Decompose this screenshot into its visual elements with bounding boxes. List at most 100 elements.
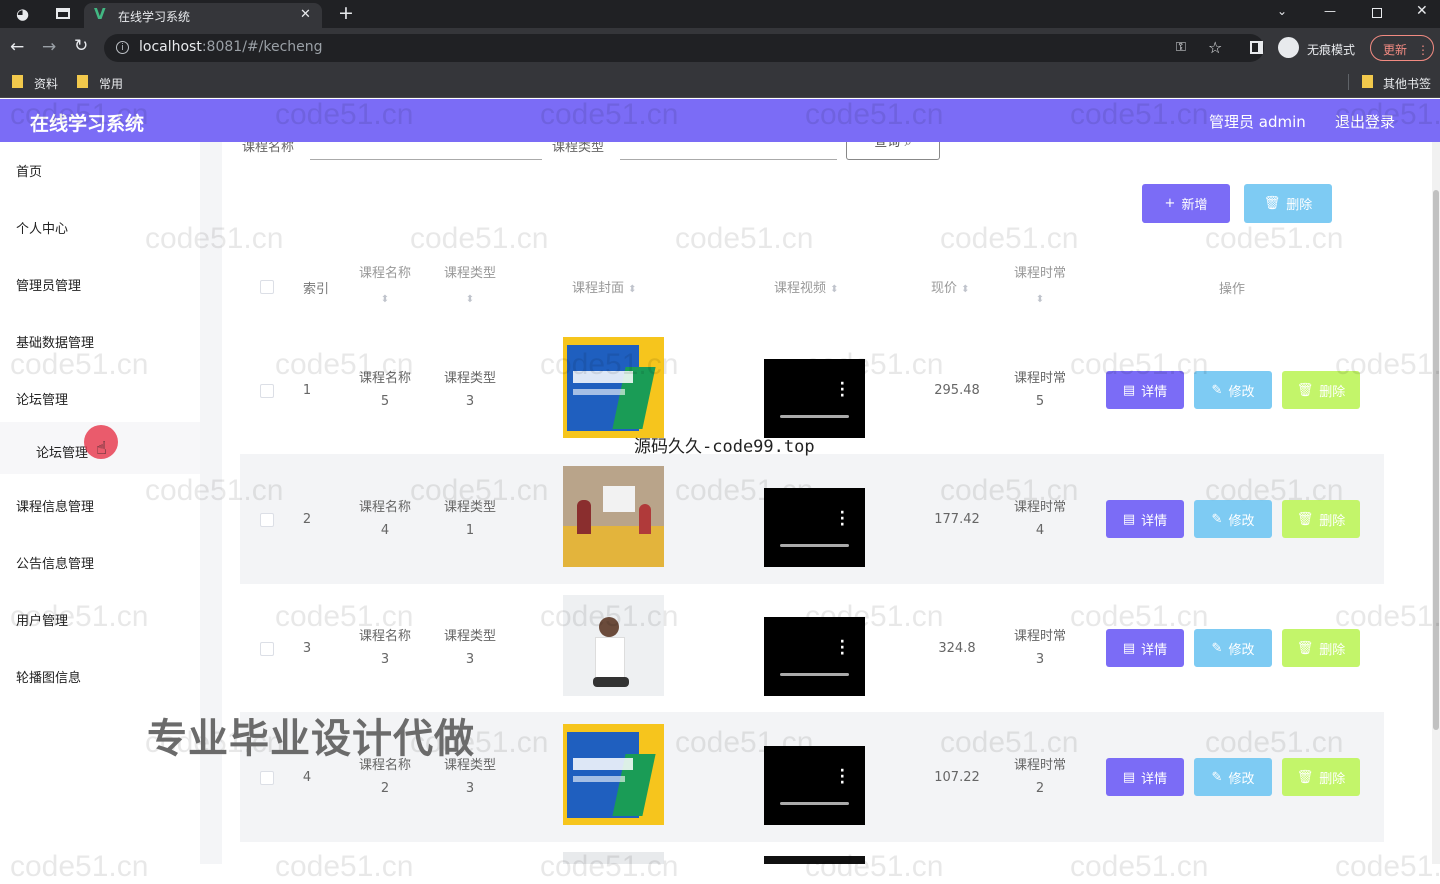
course-video-player[interactable]: · · · [764, 746, 865, 825]
document-icon: ▤ [1122, 640, 1136, 656]
row-price: 324.8 [938, 641, 976, 656]
window-close-icon[interactable]: ✕ [1416, 3, 1428, 19]
sidebar-item-admins[interactable]: 管理员管理 [16, 275, 81, 294]
add-button[interactable]: + 新增 [1142, 184, 1230, 223]
video-menu-icon[interactable]: · · · [840, 377, 845, 403]
course-video-player[interactable]: · · · [764, 617, 865, 696]
batch-delete-button[interactable]: 🗑 删除 [1244, 184, 1332, 223]
course-video-player[interactable]: · · · [764, 488, 865, 567]
document-icon: ▤ [1122, 382, 1136, 398]
info-icon[interactable]: i [116, 41, 129, 54]
row-edit-button[interactable]: ✎ 修改 [1194, 758, 1272, 796]
col-price[interactable]: 现价 ⬍ [931, 277, 970, 296]
row-checkbox[interactable] [260, 513, 274, 527]
row-type: 课程类型 3 [437, 367, 503, 413]
hand-cursor-icon: ☝ [96, 438, 107, 459]
sidebar-item-courses[interactable]: 课程信息管理 [16, 496, 94, 515]
row-dur: 课程时常 5 [1007, 367, 1073, 413]
video-progress-bar[interactable] [780, 544, 849, 547]
sidebar-item-home[interactable]: 首页 [16, 161, 42, 180]
course-cover-image[interactable] [563, 337, 664, 438]
row-checkbox[interactable] [260, 384, 274, 398]
other-bookmarks[interactable]: 其他书签 [1383, 75, 1431, 92]
minimize-icon[interactable]: — [1324, 4, 1336, 18]
search-query-button[interactable]: 查询 ⌕ [846, 142, 940, 160]
bookmark-folder-1[interactable]: 常用 [99, 75, 123, 92]
pencil-icon: ✎ [1211, 769, 1223, 785]
select-all-checkbox[interactable] [260, 280, 274, 294]
sort-icon: ⬍ [628, 284, 637, 295]
row-dur-value: 5 [1035, 394, 1045, 409]
back-icon[interactable]: ← [10, 37, 24, 57]
video-progress-bar[interactable] [780, 673, 849, 676]
video-menu-icon[interactable]: · · · [840, 764, 845, 790]
bookmark-folder-0[interactable]: 资料 [34, 75, 58, 92]
incognito-avatar-icon[interactable] [1278, 37, 1299, 58]
pencil-icon: ✎ [1211, 511, 1223, 527]
sidebar-item-profile[interactable]: 个人中心 [16, 218, 68, 237]
row-index: 1 [302, 383, 312, 398]
row-delete-button[interactable]: 🗑 删除 [1282, 500, 1360, 538]
new-tab-icon[interactable]: + [338, 2, 354, 24]
video-menu-icon[interactable]: · · · [840, 635, 845, 661]
course-video-player[interactable]: · · · [764, 359, 865, 438]
col-cover[interactable]: 课程封面 ⬍ [572, 277, 637, 296]
tab-close-icon[interactable]: ✕ [300, 7, 311, 22]
row-delete-button[interactable]: 🗑 删除 [1282, 758, 1360, 796]
row-dur: 课程时常 4 [1007, 496, 1073, 542]
sidebar-item-notices[interactable]: 公告信息管理 [16, 553, 94, 572]
row-edit-button[interactable]: ✎ 修改 [1194, 500, 1272, 538]
star-icon[interactable]: ☆ [1208, 38, 1222, 57]
browser-tab-active[interactable]: V 在线学习系统 ✕ [84, 3, 322, 28]
row-delete-button[interactable]: 🗑 删除 [1282, 629, 1360, 667]
row-edit-button[interactable]: ✎ 修改 [1194, 629, 1272, 667]
search-name-input[interactable] [310, 142, 542, 160]
video-menu-icon[interactable]: · · · [840, 506, 845, 532]
course-cover-image[interactable] [563, 724, 664, 825]
sidebar-item-carousel[interactable]: 轮播图信息 [16, 667, 81, 686]
col-name[interactable]: 课程名称 ⬍ [352, 261, 418, 313]
browser-menu-icon[interactable]: ◕ [16, 5, 29, 23]
course-cover-image[interactable] [563, 466, 664, 567]
col-type-label: 课程类型 [443, 266, 496, 281]
sidebar-item-forum[interactable]: 论坛管理 [16, 389, 68, 408]
scrollbar-thumb[interactable] [1433, 190, 1439, 730]
col-video[interactable]: 课程视频 ⬍ [774, 277, 839, 296]
sidebar-subitem-forum[interactable]: 论坛管理 [36, 442, 88, 461]
tab-search-icon[interactable]: ⌄ [1277, 4, 1287, 18]
restore-icon[interactable] [1372, 8, 1382, 18]
row-detail-button[interactable]: ▤ 详情 [1106, 629, 1184, 667]
search-type-input[interactable] [620, 142, 837, 160]
reload-icon[interactable]: ↻ [74, 36, 88, 56]
row-dur-label: 课程时常 [1013, 758, 1066, 773]
source-caption: 源码久久-code99.top [634, 437, 815, 457]
course-cover-image[interactable] [563, 595, 664, 696]
sidepanel-icon[interactable] [1250, 41, 1263, 54]
update-button[interactable]: 更新 ⋮ [1370, 35, 1434, 61]
tab-overview-icon[interactable] [56, 8, 70, 19]
row-detail-button[interactable]: ▤ 详情 [1106, 758, 1184, 796]
ad-caption: 专业毕业设计代做 [147, 716, 475, 762]
logout-link[interactable]: 退出登录 [1335, 111, 1395, 132]
row-checkbox[interactable] [260, 642, 274, 656]
row-detail-button[interactable]: ▤ 详情 [1106, 500, 1184, 538]
row-edit-button[interactable]: ✎ 修改 [1194, 371, 1272, 409]
url-field[interactable]: i localhost:8081/#/kecheng ⚿ ☆ [104, 34, 1264, 62]
url-text: localhost:8081/#/kecheng [139, 39, 323, 55]
row-delete-button[interactable]: 🗑 删除 [1282, 371, 1360, 409]
sort-icon: ⬍ [1035, 294, 1045, 305]
row-detail-button[interactable]: ▤ 详情 [1106, 371, 1184, 409]
row-name: 课程名称 3 [352, 625, 418, 671]
video-progress-bar[interactable] [780, 415, 849, 418]
row-checkbox[interactable] [260, 771, 274, 785]
sidebar-item-basic-data[interactable]: 基础数据管理 [16, 332, 94, 351]
col-type[interactable]: 课程类型 ⬍ [437, 261, 503, 313]
video-progress-bar[interactable] [780, 802, 849, 805]
sidebar-item-users[interactable]: 用户管理 [16, 610, 68, 629]
row-index: 2 [302, 512, 312, 527]
col-duration[interactable]: 课程时常 ⬍ [1007, 261, 1073, 313]
key-icon[interactable]: ⚿ [1176, 40, 1186, 55]
forward-icon[interactable]: → [42, 37, 56, 57]
col-actions: 操作 [1219, 282, 1246, 297]
row-edit-label: 修改 [1228, 384, 1255, 400]
